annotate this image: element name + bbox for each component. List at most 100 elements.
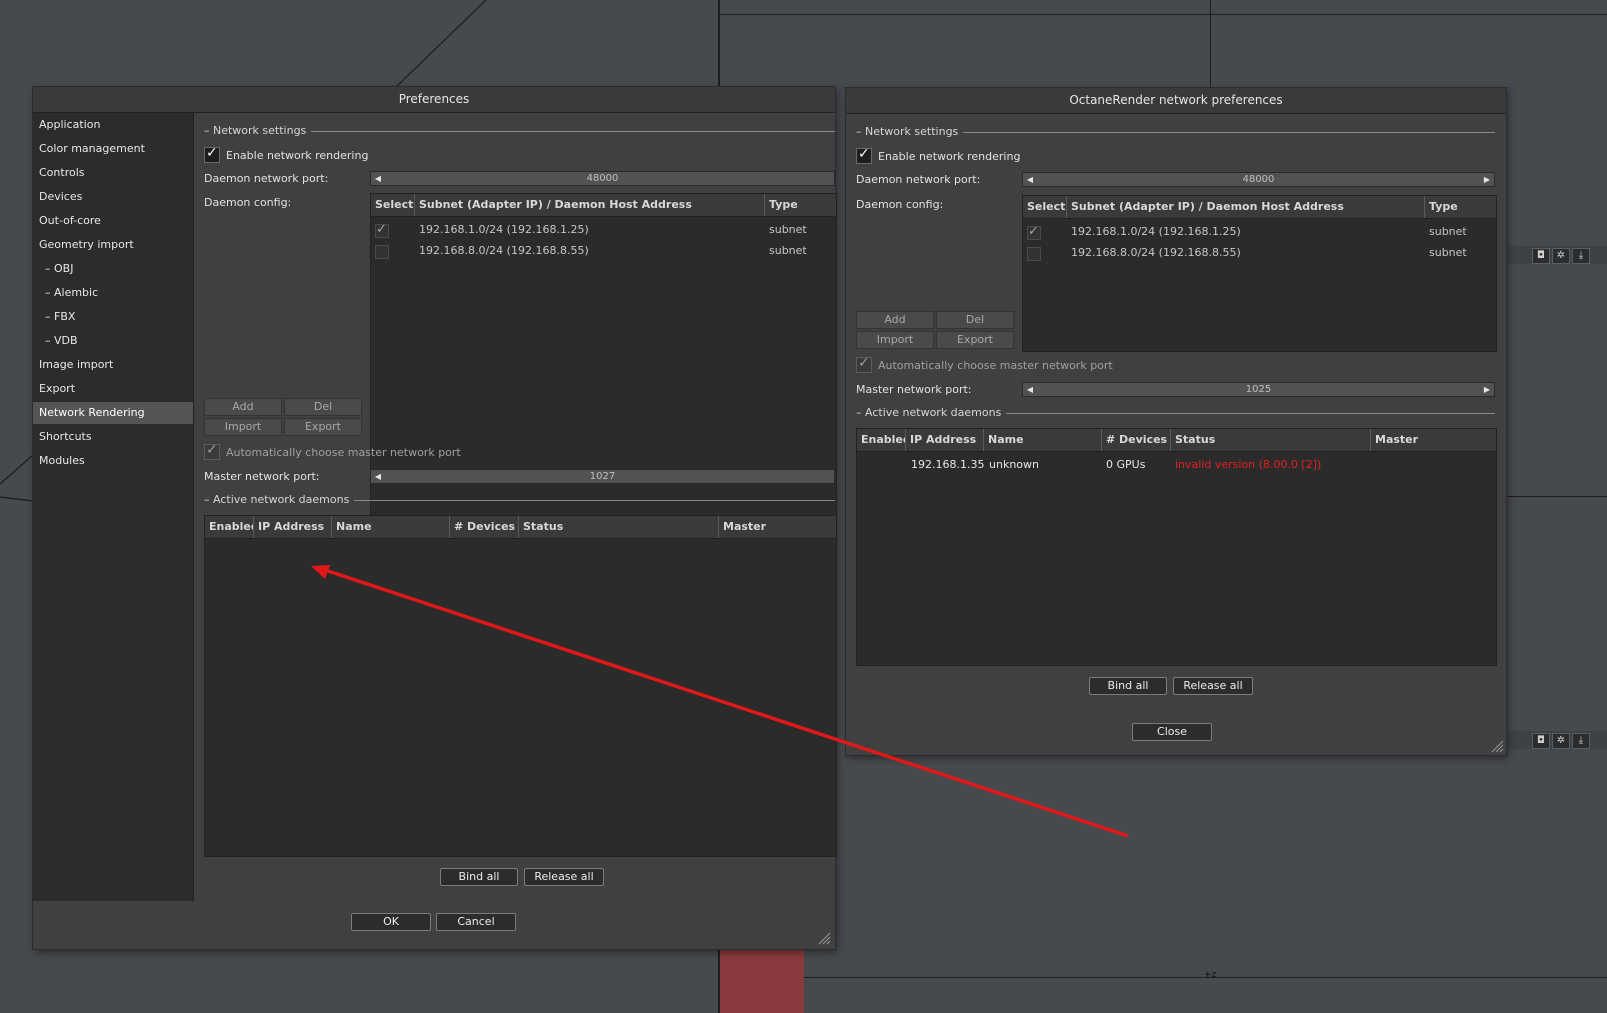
daemon-port-slider[interactable]: ◀ 48000 <box>370 171 835 186</box>
sidebar-item-geometry-import[interactable]: Geometry import <box>33 234 193 256</box>
column-enabled[interactable]: Enabled <box>205 516 254 538</box>
subnet-cell[interactable]: 192.168.1.0/24 (192.168.1.25) <box>419 220 589 240</box>
ok-button[interactable]: OK <box>351 913 431 931</box>
add-button[interactable]: Add <box>204 398 282 416</box>
column-status[interactable]: Status <box>1171 429 1371 451</box>
download-icon[interactable]: ⤓ <box>1572 733 1590 749</box>
preferences-dialog: Preferences Application Color management… <box>33 87 837 949</box>
sidebar-item-vdb[interactable]: – VDB <box>33 330 193 352</box>
increment-arrow-icon[interactable]: ▶ <box>1481 173 1493 186</box>
row-select-checkbox[interactable] <box>375 245 389 259</box>
type-cell: subnet <box>1429 246 1467 259</box>
octane-dialog-title: OctaneRender network preferences <box>846 88 1506 114</box>
row-select-checkbox[interactable] <box>1027 247 1041 261</box>
preferences-sidebar: Application Color management Controls De… <box>33 113 194 901</box>
daemon-port-label: Daemon network port: <box>204 172 329 185</box>
cancel-button[interactable]: Cancel <box>436 913 516 931</box>
release-all-button[interactable]: Release all <box>1173 677 1253 695</box>
sidebar-item-color-management[interactable]: Color management <box>33 138 193 160</box>
enable-network-rendering-checkbox[interactable]: ✓ <box>856 146 872 164</box>
column-devices[interactable]: # Devices <box>450 516 519 538</box>
resize-grip-icon[interactable] <box>1490 739 1504 753</box>
release-all-button[interactable]: Release all <box>524 868 604 886</box>
daemon-config-label: Daemon config: <box>856 198 944 211</box>
column-subnet[interactable]: Subnet (Adapter IP) / Daemon Host Addres… <box>1067 196 1425 218</box>
import-button[interactable]: Import <box>856 331 934 349</box>
auto-master-port-checkbox[interactable]: ✓ <box>204 442 220 460</box>
sidebar-item-shortcuts[interactable]: Shortcuts <box>33 426 193 448</box>
active-daemons-section: – Active network daemons <box>204 493 835 507</box>
daemon-port-label: Daemon network port: <box>856 173 981 186</box>
master-port-slider[interactable]: ◀ 1025 ▶ <box>1022 382 1495 397</box>
sidebar-item-out-of-core[interactable]: Out-of-core <box>33 210 193 232</box>
column-select[interactable]: Select <box>1023 196 1067 218</box>
sidebar-item-network-rendering[interactable]: Network Rendering <box>33 402 193 424</box>
sidebar-item-controls[interactable]: Controls <box>33 162 193 184</box>
column-ip-address[interactable]: IP Address <box>254 516 332 538</box>
download-icon[interactable]: ⤓ <box>1572 248 1590 264</box>
daemon-port-slider[interactable]: ◀ 48000 ▶ <box>1022 172 1495 187</box>
sidebar-item-image-import[interactable]: Image import <box>33 354 193 376</box>
octane-network-preferences-dialog: OctaneRender network preferences – Netwo… <box>846 88 1506 755</box>
active-daemons-table[interactable]: Enabled IP Address Name # Devices Status… <box>204 515 837 857</box>
column-type[interactable]: Type <box>765 194 836 216</box>
preferences-title: Preferences <box>33 87 835 113</box>
sidebar-item-modules[interactable]: Modules <box>33 450 193 472</box>
del-button[interactable]: Del <box>284 398 362 416</box>
type-cell: subnet <box>769 244 807 257</box>
subnet-cell[interactable]: 192.168.8.0/24 (192.168.8.55) <box>419 241 589 261</box>
type-cell: subnet <box>1429 225 1467 238</box>
master-port-label: Master network port: <box>204 470 320 483</box>
export-button[interactable]: Export <box>936 331 1014 349</box>
active-daemons-section: – Active network daemons <box>856 406 1495 420</box>
sidebar-item-alembic[interactable]: – Alembic <box>33 282 193 304</box>
auto-master-port-label: Automatically choose master network port <box>878 359 1113 372</box>
column-ip-address[interactable]: IP Address <box>906 429 984 451</box>
active-daemons-table[interactable]: Enabled IP Address Name # Devices Status… <box>856 428 1497 666</box>
bind-all-button[interactable]: Bind all <box>1089 677 1167 695</box>
daemon-config-label: Daemon config: <box>204 196 292 209</box>
master-port-slider[interactable]: ◀ 1027 <box>370 469 835 484</box>
column-master[interactable]: Master <box>719 516 836 538</box>
column-select[interactable]: Select <box>371 194 415 216</box>
gear-icon[interactable]: ✲ <box>1552 248 1570 264</box>
gear-icon[interactable]: ✲ <box>1552 733 1570 749</box>
del-button[interactable]: Del <box>936 311 1014 329</box>
sidebar-item-devices[interactable]: Devices <box>33 186 193 208</box>
enable-network-rendering-label: Enable network rendering <box>878 150 1021 163</box>
status-cell: invalid version (8.00.0 [2]) <box>1175 458 1322 471</box>
row-select-checkbox[interactable]: ✓ <box>375 222 389 238</box>
sidebar-item-fbx[interactable]: – FBX <box>33 306 193 328</box>
sidebar-item-export[interactable]: Export <box>33 378 193 400</box>
column-subnet[interactable]: Subnet (Adapter IP) / Daemon Host Addres… <box>415 194 765 216</box>
subnet-cell[interactable]: 192.168.1.0/24 (192.168.1.25) <box>1071 222 1241 242</box>
column-type[interactable]: Type <box>1425 196 1496 218</box>
subnet-cell[interactable]: 192.168.8.0/24 (192.168.8.55) <box>1071 243 1241 263</box>
camera-icon[interactable]: ◘ <box>1532 733 1550 749</box>
add-button[interactable]: Add <box>856 311 934 329</box>
network-settings-section: – Network settings <box>856 125 1495 139</box>
export-button[interactable]: Export <box>284 418 362 436</box>
daemon-config-table[interactable]: Select Subnet (Adapter IP) / Daemon Host… <box>1022 195 1497 352</box>
close-button[interactable]: Close <box>1132 723 1212 741</box>
sidebar-item-application[interactable]: Application <box>33 114 193 136</box>
column-name[interactable]: Name <box>984 429 1102 451</box>
column-name[interactable]: Name <box>332 516 450 538</box>
increment-arrow-icon[interactable]: ▶ <box>1481 383 1493 396</box>
column-status[interactable]: Status <box>519 516 719 538</box>
resize-grip-icon[interactable] <box>817 931 831 945</box>
column-master[interactable]: Master <box>1371 429 1496 451</box>
camera-icon[interactable]: ◘ <box>1532 248 1550 264</box>
column-enabled[interactable]: Enabled <box>857 429 906 451</box>
enable-network-rendering-checkbox[interactable]: ✓ <box>204 145 220 163</box>
auto-master-port-label: Automatically choose master network port <box>226 446 461 459</box>
import-button[interactable]: Import <box>204 418 282 436</box>
network-settings-section: – Network settings <box>204 124 835 138</box>
row-select-checkbox[interactable]: ✓ <box>1027 224 1041 240</box>
bind-all-button[interactable]: Bind all <box>440 868 518 886</box>
column-devices[interactable]: # Devices <box>1102 429 1171 451</box>
sidebar-item-obj[interactable]: – OBJ <box>33 258 193 280</box>
master-port-label: Master network port: <box>856 383 972 396</box>
devices-cell: 0 GPUs <box>1106 458 1146 471</box>
auto-master-port-checkbox[interactable]: ✓ <box>856 355 872 373</box>
